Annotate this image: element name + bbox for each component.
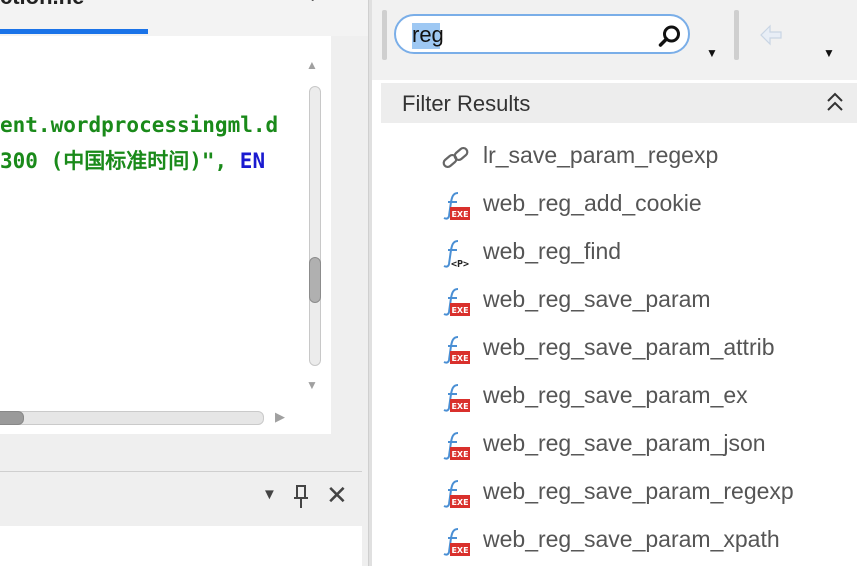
result-item-label: web_reg_save_param_regexp <box>483 478 794 504</box>
exe-function-icon: EXE <box>440 286 472 318</box>
search-icon[interactable] <box>658 24 682 48</box>
code-text: ent.wordprocessingml.d <box>0 113 279 137</box>
result-item-label: web_reg_save_param_json <box>483 430 766 456</box>
result-item-label: lr_save_param_regexp <box>483 142 719 168</box>
exe-function-icon: EXE <box>440 478 472 510</box>
exe-function-icon: EXE <box>440 382 472 414</box>
svg-text:EXE: EXE <box>451 306 468 315</box>
result-item[interactable]: EXE web_reg_save_param_ex <box>372 372 857 420</box>
history-dropdown-icon[interactable]: ▼ <box>823 46 835 60</box>
result-item[interactable]: EXE web_reg_save_param_regexp <box>372 468 857 516</box>
link-icon <box>440 142 472 174</box>
scroll-down-arrow-icon[interactable]: ▼ <box>306 378 318 392</box>
svg-text:<P>: <P> <box>451 259 469 270</box>
result-item-label: web_reg_add_cookie <box>483 190 702 216</box>
search-box[interactable] <box>394 14 690 54</box>
result-item-label: web_reg_save_param_attrib <box>483 334 775 360</box>
result-item-label: web_reg_save_param <box>483 286 711 312</box>
active-tab-indicator <box>0 29 148 34</box>
collapse-chevrons-icon[interactable] <box>825 91 845 115</box>
code-line: 300 (中国标准时间)", EN <box>0 145 265 175</box>
svg-text:EXE: EXE <box>451 450 468 459</box>
panel-divider <box>0 471 362 472</box>
exe-function-icon: EXE <box>440 526 472 558</box>
svg-text:EXE: EXE <box>451 546 468 555</box>
toolbar-grip[interactable] <box>382 10 387 60</box>
vertical-scrollbar-thumb[interactable] <box>309 257 321 303</box>
result-item[interactable]: EXE web_reg_save_param_xpath <box>372 516 857 564</box>
editor-tab-title[interactable]: ction.ne <box>0 0 84 10</box>
code-line: ent.wordprocessingml.d <box>0 113 278 137</box>
tab-menu-chevron-icon[interactable]: ⌄ <box>306 0 319 6</box>
result-item[interactable]: lr_save_param_regexp <box>372 132 857 180</box>
bottom-panel <box>0 526 362 566</box>
code-enum: EN <box>239 149 266 173</box>
search-input[interactable] <box>412 23 652 47</box>
result-item-label: web_reg_save_param_ex <box>483 382 748 408</box>
result-item[interactable]: <P> web_reg_find <box>372 228 857 276</box>
editor-tab-strip: ction.ne ⌄ <box>0 0 368 36</box>
result-item-label: web_reg_find <box>483 238 622 264</box>
result-item[interactable]: EXE web_reg_save_param_attrib <box>372 324 857 372</box>
horizontal-scrollbar-track[interactable] <box>0 411 264 425</box>
horizontal-scrollbar-thumb[interactable] <box>0 411 24 425</box>
scroll-up-arrow-icon[interactable]: ▲ <box>306 58 318 72</box>
result-item-label: web_reg_save_param_xpath <box>483 526 780 552</box>
search-options-dropdown-icon[interactable]: ▼ <box>706 46 718 60</box>
code-viewport: ent.wordprocessingml.d 300 (中国标准时间)", EN <box>0 36 298 434</box>
exe-function-icon: EXE <box>440 430 472 462</box>
close-icon[interactable]: ✕ <box>326 480 348 511</box>
code-text: 300 (中国标准时间)", <box>0 149 240 173</box>
toolbar-grip[interactable] <box>734 10 739 60</box>
exe-function-icon: EXE <box>440 334 472 366</box>
svg-text:EXE: EXE <box>451 354 468 363</box>
panel-menu-dropdown-icon[interactable]: ▼ <box>262 486 277 503</box>
exe-function-icon: EXE <box>440 190 472 222</box>
p-function-icon: <P> <box>440 238 472 270</box>
svg-text:EXE: EXE <box>451 402 468 411</box>
pin-icon[interactable] <box>292 484 310 510</box>
vertical-scrollbar-track[interactable] <box>309 86 321 366</box>
panel-toolbar: ▼ ✕ <box>262 480 362 516</box>
filter-results-title: Filter Results <box>402 91 531 116</box>
svg-text:EXE: EXE <box>451 498 468 507</box>
result-item[interactable]: EXE web_reg_save_param_json <box>372 420 857 468</box>
scroll-right-arrow-icon[interactable]: ▶ <box>275 409 285 425</box>
svg-text:EXE: EXE <box>451 210 468 219</box>
result-item[interactable]: EXE web_reg_add_cookie <box>372 180 857 228</box>
result-item[interactable]: EXE web_reg_save_param <box>372 276 857 324</box>
filter-results-header[interactable]: Filter Results <box>381 83 857 123</box>
back-arrow-icon[interactable] <box>758 22 784 48</box>
